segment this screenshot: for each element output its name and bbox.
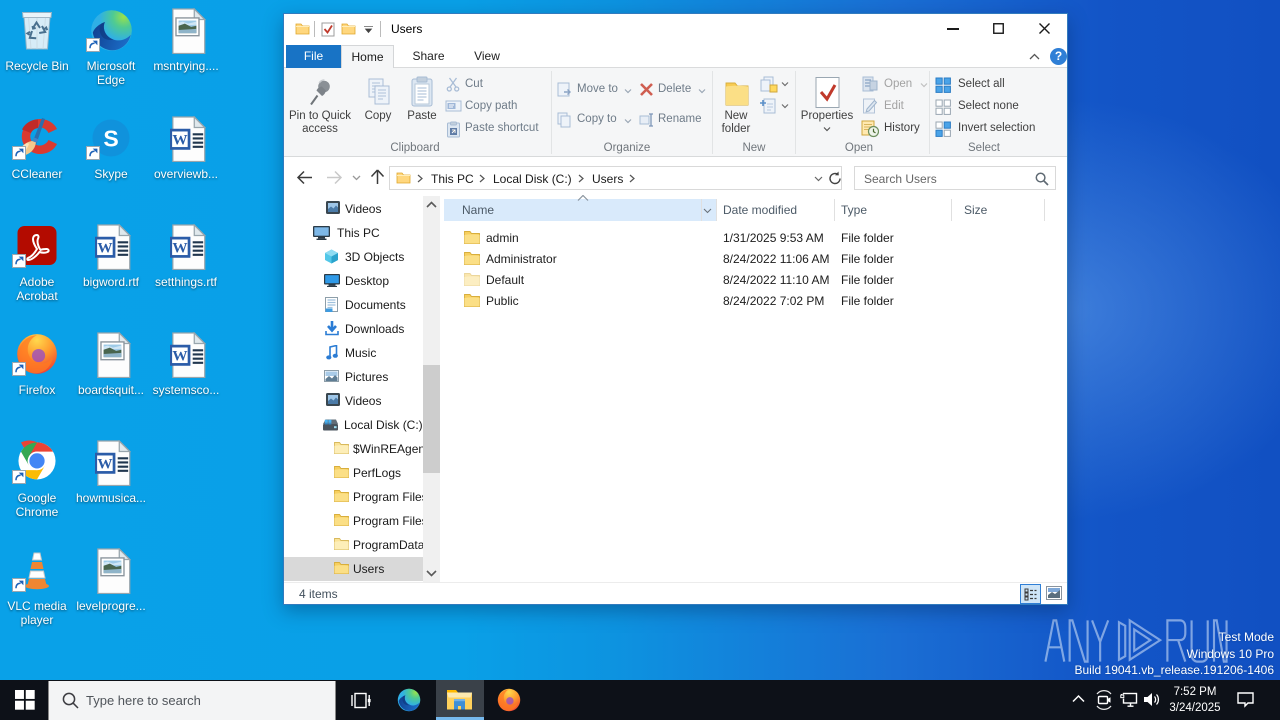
svg-text:S: S — [103, 126, 118, 152]
